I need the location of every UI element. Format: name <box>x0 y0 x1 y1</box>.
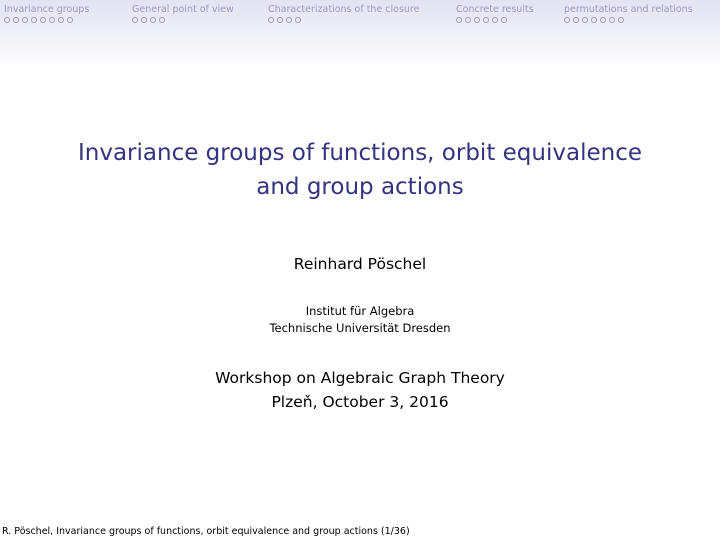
nav-progress-dot[interactable] <box>465 17 471 23</box>
nav-progress-dot[interactable] <box>582 17 588 23</box>
nav-progress-dot[interactable] <box>295 17 301 23</box>
slide-title-line-1: Invariance groups of functions, orbit eq… <box>77 140 642 166</box>
nav-section-general-point-of-view[interactable]: General point of view <box>132 4 234 16</box>
nav-progress-dot[interactable] <box>456 17 462 23</box>
nav-progress-dot[interactable] <box>67 17 73 23</box>
event-info: Workshop on Algebraic Graph Theory Plzeň… <box>0 366 720 414</box>
institute-line-1: Institut für Algebra <box>305 304 415 318</box>
nav-dots-invariance-groups <box>4 17 73 23</box>
section-navigation-bar: Invariance groups General point of view … <box>0 0 720 68</box>
nav-dots-characterizations <box>268 17 301 23</box>
nav-dots-permutations-and-relations <box>564 17 624 23</box>
nav-progress-dot[interactable] <box>4 17 10 23</box>
nav-progress-dot[interactable] <box>483 17 489 23</box>
slide-title: Invariance groups of functions, orbit eq… <box>0 136 720 204</box>
nav-progress-dot[interactable] <box>268 17 274 23</box>
nav-progress-dot[interactable] <box>573 17 579 23</box>
nav-progress-dot[interactable] <box>277 17 283 23</box>
nav-progress-dot[interactable] <box>564 17 570 23</box>
nav-progress-dot[interactable] <box>591 17 597 23</box>
nav-progress-dot[interactable] <box>132 17 138 23</box>
author-name: Reinhard Pöschel <box>293 255 427 273</box>
nav-progress-dot[interactable] <box>609 17 615 23</box>
nav-progress-dot[interactable] <box>49 17 55 23</box>
nav-section-concrete-results[interactable]: Concrete results <box>456 4 534 16</box>
nav-progress-dot[interactable] <box>159 17 165 23</box>
slide-title-line-2: and group actions <box>256 174 464 200</box>
nav-section-permutations-and-relations[interactable]: permutations and relations <box>564 4 693 16</box>
nav-progress-dot[interactable] <box>474 17 480 23</box>
event-place-date: Plzeň, October 3, 2016 <box>271 393 449 411</box>
nav-progress-dot[interactable] <box>58 17 64 23</box>
nav-dots-general-point-of-view <box>132 17 165 23</box>
institute: Institut für Algebra Technische Universi… <box>0 303 720 337</box>
nav-dots-concrete-results <box>456 17 507 23</box>
nav-section-invariance-groups[interactable]: Invariance groups <box>4 4 89 16</box>
nav-section-characterizations-of-the-closure[interactable]: Characterizations of the closure <box>268 4 420 16</box>
nav-progress-dot[interactable] <box>150 17 156 23</box>
nav-progress-dot[interactable] <box>31 17 37 23</box>
nav-progress-dot[interactable] <box>13 17 19 23</box>
nav-progress-dot[interactable] <box>501 17 507 23</box>
nav-progress-dot[interactable] <box>600 17 606 23</box>
event-name: Workshop on Algebraic Graph Theory <box>215 369 505 387</box>
nav-progress-dot[interactable] <box>286 17 292 23</box>
slide-footer: R. Pöschel, Invariance groups of functio… <box>2 526 410 537</box>
nav-progress-dot[interactable] <box>492 17 498 23</box>
nav-progress-dot[interactable] <box>22 17 28 23</box>
nav-progress-dot[interactable] <box>141 17 147 23</box>
nav-progress-dot[interactable] <box>618 17 624 23</box>
nav-progress-dot[interactable] <box>40 17 46 23</box>
institute-line-2: Technische Universität Dresden <box>269 321 451 335</box>
